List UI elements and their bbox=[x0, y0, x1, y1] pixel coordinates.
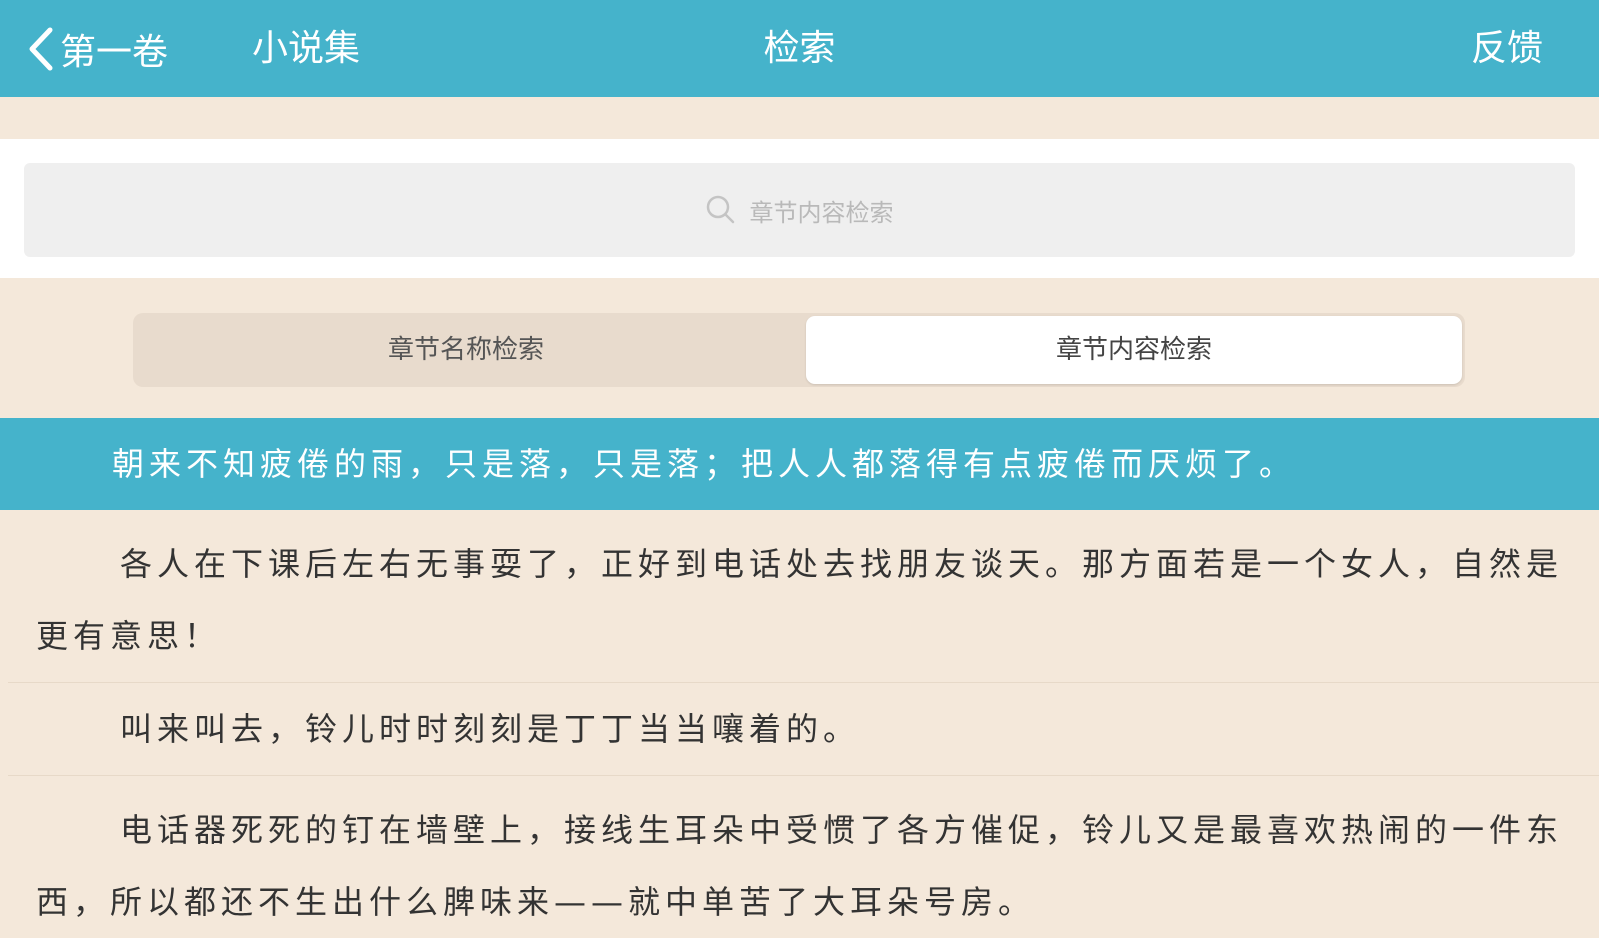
result-item[interactable]: 电话器死死的钉在墙壁上，接线生耳朵中受惯了各方催促，铃儿又是最喜欢热闹的一件东西… bbox=[8, 776, 1599, 938]
search-results-list: 各人在下课后左右无事耍了，正好到电话处去找朋友谈天。那方面若是一个女人，自然是更… bbox=[0, 510, 1599, 938]
back-label: 第一卷 bbox=[60, 32, 169, 73]
tab-chapter-content-search[interactable]: 章节内容检索 bbox=[806, 316, 1462, 384]
tab-chapter-name-search[interactable]: 章节名称检索 bbox=[133, 313, 799, 387]
search-bar-container: 章节内容检索 bbox=[0, 139, 1599, 278]
search-input[interactable]: 章节内容检索 bbox=[24, 163, 1575, 257]
selected-result-row[interactable]: 朝来不知疲倦的雨，只是落，只是落；把人人都落得有点疲倦而厌烦了。 bbox=[0, 418, 1599, 510]
search-placeholder: 章节内容检索 bbox=[749, 198, 894, 227]
chevron-left-icon bbox=[29, 27, 53, 71]
collection-link[interactable]: 小说集 bbox=[252, 24, 360, 74]
search-icon bbox=[706, 195, 734, 224]
page-title: 检索 bbox=[763, 28, 836, 69]
back-button[interactable]: 第一卷 bbox=[28, 24, 168, 74]
feedback-button[interactable]: 反馈 bbox=[1471, 24, 1543, 74]
result-item[interactable]: 各人在下课后左右无事耍了，正好到电话处去找朋友谈天。那方面若是一个女人，自然是更… bbox=[8, 510, 1599, 683]
search-mode-segmented-control: 章节名称检索 章节内容检索 bbox=[133, 313, 1465, 387]
navigation-bar: 第一卷 小说集 检索 反馈 bbox=[0, 0, 1599, 97]
result-item[interactable]: 叫来叫去，铃儿时时刻刻是丁丁当当嚷着的。 bbox=[8, 683, 1599, 776]
